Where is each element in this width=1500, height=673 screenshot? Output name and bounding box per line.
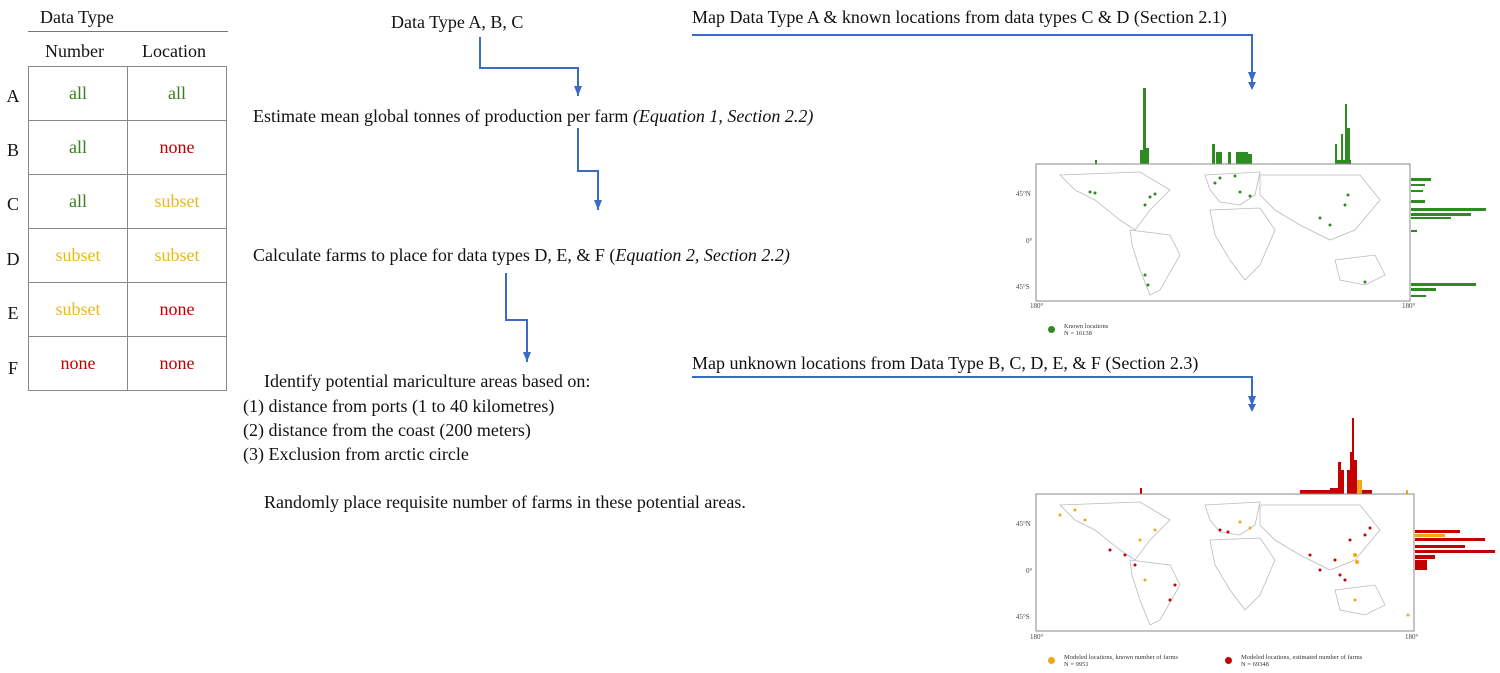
- map2-tick-180-left: 180°: [1030, 633, 1044, 641]
- data-type-table: all all all none all subset subset subse…: [28, 66, 227, 391]
- data-type-header: Data Type: [40, 7, 114, 27]
- step-random-placement: Randomly place requisite number of farms…: [264, 492, 746, 512]
- equation2-reference: Equation 2, Section 2.2): [615, 245, 790, 265]
- map2-legend-label-estimated: Modeled locations, estimated number of f…: [1241, 654, 1363, 661]
- map2-legend-label-known: Modeled locations, known number of farms: [1064, 654, 1179, 661]
- map2-legend-marker-estimated: [1225, 657, 1232, 664]
- map1-legend-label: Known locations: [1064, 323, 1109, 330]
- map2-tick-180-right: 180°: [1405, 633, 1419, 641]
- row-label-a: A: [6, 86, 20, 106]
- map1-frame: [1035, 163, 1411, 302]
- step-estimate-text: Estimate mean global tonnes of productio…: [253, 106, 633, 126]
- map2-estimated-number-points: [1108, 526, 1372, 602]
- map1-tick-45n: 45°N: [1016, 190, 1031, 198]
- row-label-d: D: [6, 249, 20, 269]
- map1-legend-count: N = 16138: [1064, 330, 1092, 338]
- criterion-ports: (1) distance from ports (1 to 40 kilomet…: [243, 396, 555, 416]
- map1-legend-entry: Known locations N = 16138: [1064, 323, 1108, 338]
- cell-d-number: subset: [28, 228, 128, 283]
- map2-tick-45s: 45°S: [1016, 613, 1030, 621]
- step-data-types: Data Type A, B, C: [391, 12, 524, 32]
- row-label-c: C: [6, 194, 19, 214]
- cell-a-location: all: [127, 66, 227, 121]
- step-calculate-farms: Calculate farms to place for data types …: [253, 246, 790, 264]
- arrow-step2-to-step3: [577, 128, 602, 210]
- cell-b-number: all: [28, 120, 128, 175]
- cell-e-number: subset: [28, 282, 128, 337]
- cell-c-location: subset: [127, 174, 227, 229]
- arrow-step3-to-step4: [505, 273, 531, 362]
- cell-d-location: subset: [127, 228, 227, 283]
- map2-legend-count-estimated: N = 69348: [1241, 661, 1269, 669]
- table-row: all none: [28, 120, 227, 175]
- step-estimate-production: Estimate mean global tonnes of productio…: [253, 107, 813, 125]
- cell-c-number: all: [28, 174, 128, 229]
- map1-landmasses: [1059, 171, 1386, 296]
- table-row: subset subset: [28, 228, 227, 283]
- step-identify-areas: Identify potential mariculture areas bas…: [264, 371, 591, 391]
- table-row: all all: [28, 66, 227, 121]
- row-label-b: B: [6, 140, 19, 160]
- row-label-e: E: [7, 303, 19, 323]
- criterion-arctic: (3) Exclusion from arctic circle: [243, 444, 469, 464]
- map1-longitude-histogram: [1095, 88, 1351, 164]
- row-label-f: F: [7, 358, 18, 378]
- table-row: all subset: [28, 174, 227, 229]
- arrow-to-map2: [692, 376, 1256, 406]
- map1-tick-180-right: 180°: [1402, 302, 1416, 310]
- cell-f-location: none: [127, 336, 227, 391]
- map2-known-number-points: [1058, 508, 1410, 617]
- column-header-number: Number: [45, 41, 104, 61]
- column-header-location: Location: [142, 41, 206, 61]
- cell-e-location: none: [127, 282, 227, 337]
- arrow-step1-to-step2: [479, 37, 582, 96]
- cell-b-location: none: [127, 120, 227, 175]
- header-divider: [28, 31, 228, 32]
- criterion-coast: (2) distance from the coast (200 meters): [243, 420, 531, 440]
- map2-title: Map unknown locations from Data Type B, …: [692, 353, 1199, 373]
- map2-tick-45n: 45°N: [1016, 520, 1031, 528]
- arrow-to-map1: [692, 34, 1256, 82]
- map2-legend-marker-known: [1048, 657, 1055, 664]
- map1-title: Map Data Type A & known locations from d…: [692, 7, 1227, 27]
- map2-legend-entry-known: Modeled locations, known number of farms…: [1064, 654, 1178, 669]
- step-calculate-text: Calculate farms to place for data types …: [253, 245, 616, 265]
- map1-tick-180-left: 180°: [1030, 302, 1044, 310]
- map2-longitude-histogram: [1140, 418, 1372, 494]
- map2-graphic: [1035, 418, 1495, 632]
- map2-landmasses: [1059, 501, 1386, 626]
- cell-f-number: none: [28, 336, 128, 391]
- map2-legend-count-known: N = 9951: [1064, 661, 1089, 669]
- map1-tick-45s: 45°S: [1016, 283, 1030, 291]
- cell-a-number: all: [28, 66, 128, 121]
- equation1-reference: (Equation 1, Section 2.2): [632, 106, 814, 126]
- table-row: subset none: [28, 282, 227, 337]
- table-row: none none: [28, 336, 227, 391]
- map1-tick-0: 0°: [1026, 237, 1033, 245]
- map1-latitude-histogram: [1411, 178, 1486, 297]
- map2-legend-entry-estimated: Modeled locations, estimated number of f…: [1241, 654, 1362, 669]
- map2-tick-0: 0°: [1026, 567, 1033, 575]
- map1-graphic: [1035, 88, 1486, 302]
- map1-legend-marker: [1048, 326, 1055, 333]
- map2-latitude-histogram: [1415, 530, 1495, 570]
